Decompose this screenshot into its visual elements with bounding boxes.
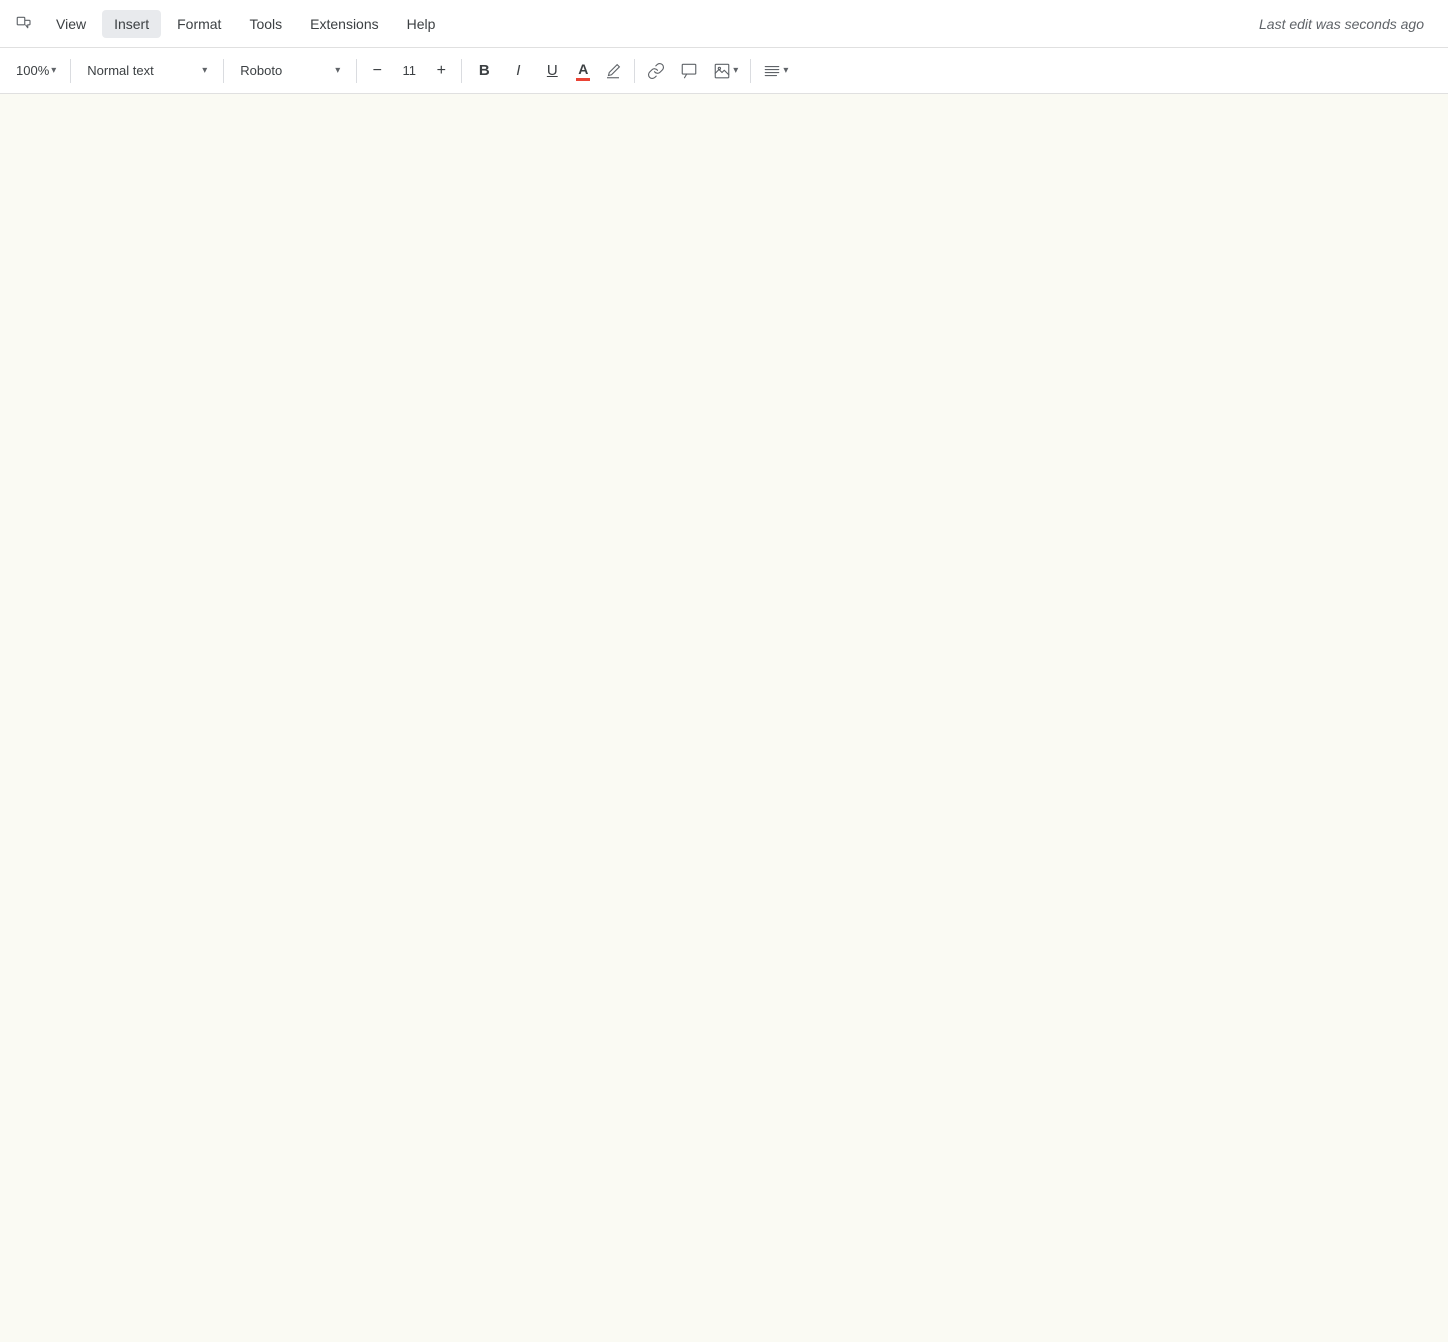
- comment-button[interactable]: [673, 55, 705, 87]
- align-icon: [763, 62, 781, 80]
- increase-font-size-button[interactable]: +: [427, 57, 455, 85]
- comment-icon: [680, 62, 698, 80]
- link-icon: [647, 62, 665, 80]
- font-label: Roboto: [240, 63, 282, 78]
- zoom-chevron-icon: ▾: [51, 65, 56, 76]
- text-color-bar: [576, 78, 590, 81]
- paint-format-icon[interactable]: [8, 8, 40, 40]
- decrease-font-size-button[interactable]: −: [363, 57, 391, 85]
- font-chevron-icon: ▾: [335, 65, 340, 76]
- toolbar: 100% ▾ Normal text ▾ Roboto ▾ − + B I U …: [0, 48, 1448, 94]
- underline-button[interactable]: U: [536, 55, 568, 87]
- font-size-controls: − +: [363, 57, 455, 85]
- menu-item-view[interactable]: View: [44, 10, 98, 38]
- menu-bar: View Insert Format Tools Extensions Help…: [0, 0, 1448, 48]
- align-chevron-icon: ▾: [783, 65, 788, 76]
- menu-item-extensions[interactable]: Extensions: [298, 10, 390, 38]
- highlight-icon: [604, 62, 622, 80]
- highlight-button[interactable]: [598, 55, 628, 87]
- separator-2: [223, 59, 224, 83]
- bold-button[interactable]: B: [468, 55, 500, 87]
- separator-3: [356, 59, 357, 83]
- separator-4: [461, 59, 462, 83]
- zoom-dropdown[interactable]: 100% ▾: [8, 55, 64, 87]
- styles-chevron-icon: ▾: [202, 65, 207, 76]
- menu-item-insert[interactable]: Insert: [102, 10, 161, 38]
- document-area[interactable]: [0, 94, 1448, 1342]
- font-dropdown[interactable]: Roboto ▾: [230, 55, 350, 87]
- paragraph-styles-dropdown[interactable]: Normal text ▾: [77, 55, 217, 87]
- menu-item-tools[interactable]: Tools: [237, 10, 294, 38]
- styles-label: Normal text: [87, 63, 153, 78]
- link-button[interactable]: [641, 55, 671, 87]
- separator-1: [70, 59, 71, 83]
- text-color-letter: A: [578, 61, 588, 77]
- last-edit-status: Last edit was seconds ago: [1259, 16, 1440, 32]
- alignment-button[interactable]: ▾: [757, 55, 794, 87]
- zoom-level-label: 100%: [16, 63, 49, 78]
- font-size-input[interactable]: [391, 57, 427, 85]
- text-color-button[interactable]: A: [570, 55, 596, 87]
- separator-5: [634, 59, 635, 83]
- menu-item-format[interactable]: Format: [165, 10, 233, 38]
- image-button[interactable]: ▾: [707, 55, 744, 87]
- separator-6: [750, 59, 751, 83]
- image-icon: [713, 62, 731, 80]
- menu-item-help[interactable]: Help: [395, 10, 448, 38]
- image-chevron-icon: ▾: [733, 65, 738, 76]
- italic-button[interactable]: I: [502, 55, 534, 87]
